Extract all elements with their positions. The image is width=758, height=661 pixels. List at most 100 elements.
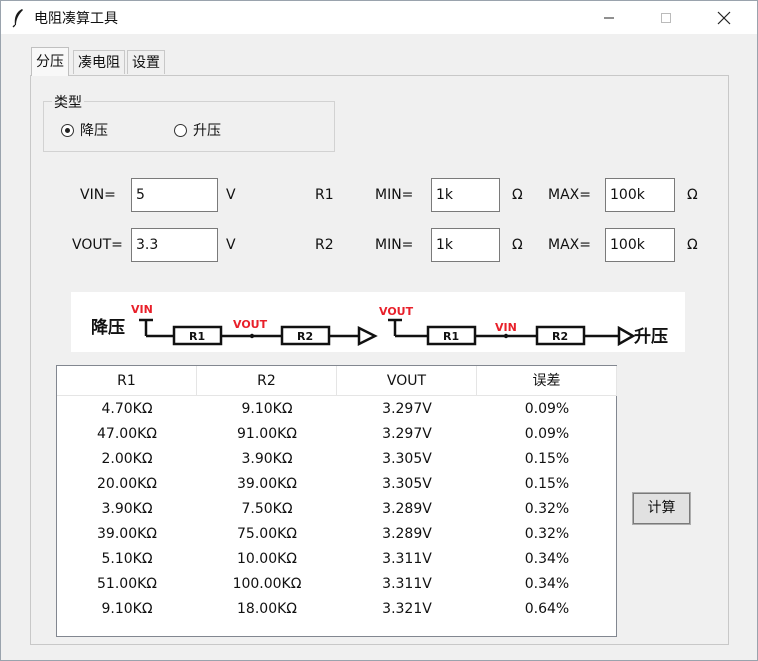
cell-r1: 20.00KΩ <box>97 476 157 492</box>
table-header: R1 R2 VOUT 误差 <box>57 366 617 396</box>
r1-max-label: MAX= <box>548 187 591 203</box>
cell-vout: 3.289V <box>382 501 432 517</box>
cell-error: 0.09% <box>524 401 570 417</box>
column-header-r1[interactable]: R1 <box>57 366 197 396</box>
cell-vout: 3.305V <box>382 476 432 492</box>
r1-min-input[interactable] <box>431 178 500 212</box>
table-row[interactable]: 9.10KΩ 18.00KΩ 3.321V 0.64% <box>57 597 617 622</box>
cell-r1: 2.00KΩ <box>101 451 153 467</box>
table-row[interactable]: 20.00KΩ 39.00KΩ 3.305V 0.15% <box>57 472 617 497</box>
cell-r1: 39.00KΩ <box>97 526 157 542</box>
vin-unit: V <box>226 187 236 203</box>
cell-error: 0.09% <box>524 426 570 442</box>
cell-error: 0.32% <box>524 526 570 542</box>
cell-vout: 3.321V <box>382 601 432 617</box>
cell-vout: 3.289V <box>382 526 432 542</box>
radio-unchecked-icon <box>174 123 187 137</box>
vin-input[interactable] <box>131 178 218 212</box>
cell-r2: 75.00KΩ <box>237 526 297 542</box>
r1-max-input[interactable] <box>605 178 675 212</box>
r2-min-unit: Ω <box>512 237 523 253</box>
cell-error: 0.34% <box>524 551 570 567</box>
minimize-button[interactable] <box>586 1 632 34</box>
cell-r1: 4.70KΩ <box>101 401 153 417</box>
diagram-boost-label: 升压 <box>634 327 668 347</box>
cell-error: 0.32% <box>524 501 570 517</box>
minimize-icon <box>604 17 614 18</box>
diagram-vout-label-1: VOUT <box>233 318 268 331</box>
cell-r2: 18.00KΩ <box>237 601 297 617</box>
cell-error: 0.15% <box>524 451 570 467</box>
tab-divider[interactable]: 分压 <box>31 47 69 76</box>
r2-max-label: MAX= <box>548 237 591 253</box>
divider-circuit-diagram: 降压 VIN R1 VOUT R2 VOUT R1 VIN R2 升压 <box>71 292 685 352</box>
cell-r1: 51.00KΩ <box>97 576 157 592</box>
cell-r2: 7.50KΩ <box>241 501 293 517</box>
table-row[interactable]: 47.00KΩ 91.00KΩ 3.297V 0.09% <box>57 422 617 447</box>
cell-r2: 9.10KΩ <box>241 401 293 417</box>
radio-buck[interactable]: 降压 <box>61 120 108 140</box>
table-row[interactable]: 51.00KΩ 100.00KΩ 3.311V 0.34% <box>57 572 617 597</box>
table-row[interactable]: 39.00KΩ 75.00KΩ 3.289V 0.32% <box>57 522 617 547</box>
vin-node-dot <box>503 333 509 339</box>
maximize-icon <box>661 12 671 23</box>
r1-min-label: MIN= <box>375 187 414 203</box>
column-header-vout[interactable]: VOUT <box>337 366 477 396</box>
maximize-button[interactable] <box>643 1 689 34</box>
cell-error: 0.15% <box>524 476 570 492</box>
cell-error: 0.34% <box>524 576 570 592</box>
cell-vout: 3.305V <box>382 451 432 467</box>
vout-unit: V <box>226 237 236 253</box>
radio-boost[interactable]: 升压 <box>174 120 221 140</box>
vin-label: VIN= <box>80 187 116 203</box>
table-row[interactable]: 4.70KΩ 9.10KΩ 3.297V 0.09% <box>57 397 617 422</box>
cell-r2: 39.00KΩ <box>237 476 297 492</box>
diagram-vout-label-2: VOUT <box>379 305 414 318</box>
r2-min-input[interactable] <box>431 228 500 262</box>
r1-min-unit: Ω <box>512 187 523 203</box>
results-table[interactable]: R1 R2 VOUT 误差 4.70KΩ 9.10KΩ 3.297V 0.09%… <box>56 365 617 637</box>
feather-icon <box>12 9 23 28</box>
tab-combine-resistor[interactable]: 凑电阻 <box>73 50 125 74</box>
cell-error: 0.64% <box>524 601 570 617</box>
cell-r2: 100.00KΩ <box>232 576 302 592</box>
table-row[interactable]: 2.00KΩ 3.90KΩ 3.305V 0.15% <box>57 447 617 472</box>
window-title: 电阻凑算工具 <box>34 11 118 27</box>
tab-settings[interactable]: 设置 <box>127 50 165 74</box>
type-group-label: 类型 <box>52 92 84 112</box>
diagram-r2-label-1: R2 <box>297 330 313 343</box>
cell-r1: 3.90KΩ <box>101 501 153 517</box>
column-header-r2[interactable]: R2 <box>197 366 337 396</box>
app-window: 电阻凑算工具 分压 凑电阻 设置 类型 降压 升压 VIN= V R1 MIN=… <box>0 0 758 661</box>
radio-buck-label: 降压 <box>80 123 108 139</box>
radio-checked-icon <box>61 123 74 137</box>
cell-r2: 91.00KΩ <box>237 426 297 442</box>
cell-r2: 3.90KΩ <box>241 451 293 467</box>
cell-r1: 9.10KΩ <box>101 601 153 617</box>
cell-vout: 3.311V <box>382 551 432 567</box>
close-icon <box>717 11 731 24</box>
table-row[interactable]: 5.10KΩ 10.00KΩ 3.311V 0.34% <box>57 547 617 572</box>
diagram-r1-label-1: R1 <box>189 330 205 343</box>
cell-vout: 3.297V <box>382 401 432 417</box>
calculate-button[interactable]: 计算 <box>632 492 691 525</box>
diagram-buck-label: 降压 <box>91 317 125 338</box>
vout-node-dot <box>249 333 255 339</box>
column-header-error[interactable]: 误差 <box>477 366 617 396</box>
diagram-vin-label-1: VIN <box>131 303 153 316</box>
r2-max-input[interactable] <box>605 228 675 262</box>
title-bar: 电阻凑算工具 <box>1 1 757 34</box>
r2-min-label: MIN= <box>375 237 414 253</box>
close-button[interactable] <box>701 1 747 34</box>
diagram-vin-label-2: VIN <box>495 321 517 334</box>
cell-vout: 3.311V <box>382 576 432 592</box>
r1-label: R1 <box>315 187 334 203</box>
cell-r1: 47.00KΩ <box>97 426 157 442</box>
cell-r2: 10.00KΩ <box>237 551 297 567</box>
diagram-r1-label-2: R1 <box>443 330 459 343</box>
table-row[interactable]: 3.90KΩ 7.50KΩ 3.289V 0.32% <box>57 497 617 522</box>
r2-label: R2 <box>315 237 334 253</box>
vout-label: VOUT= <box>72 237 123 253</box>
cell-r1: 5.10KΩ <box>101 551 153 567</box>
vout-input[interactable] <box>131 228 218 262</box>
